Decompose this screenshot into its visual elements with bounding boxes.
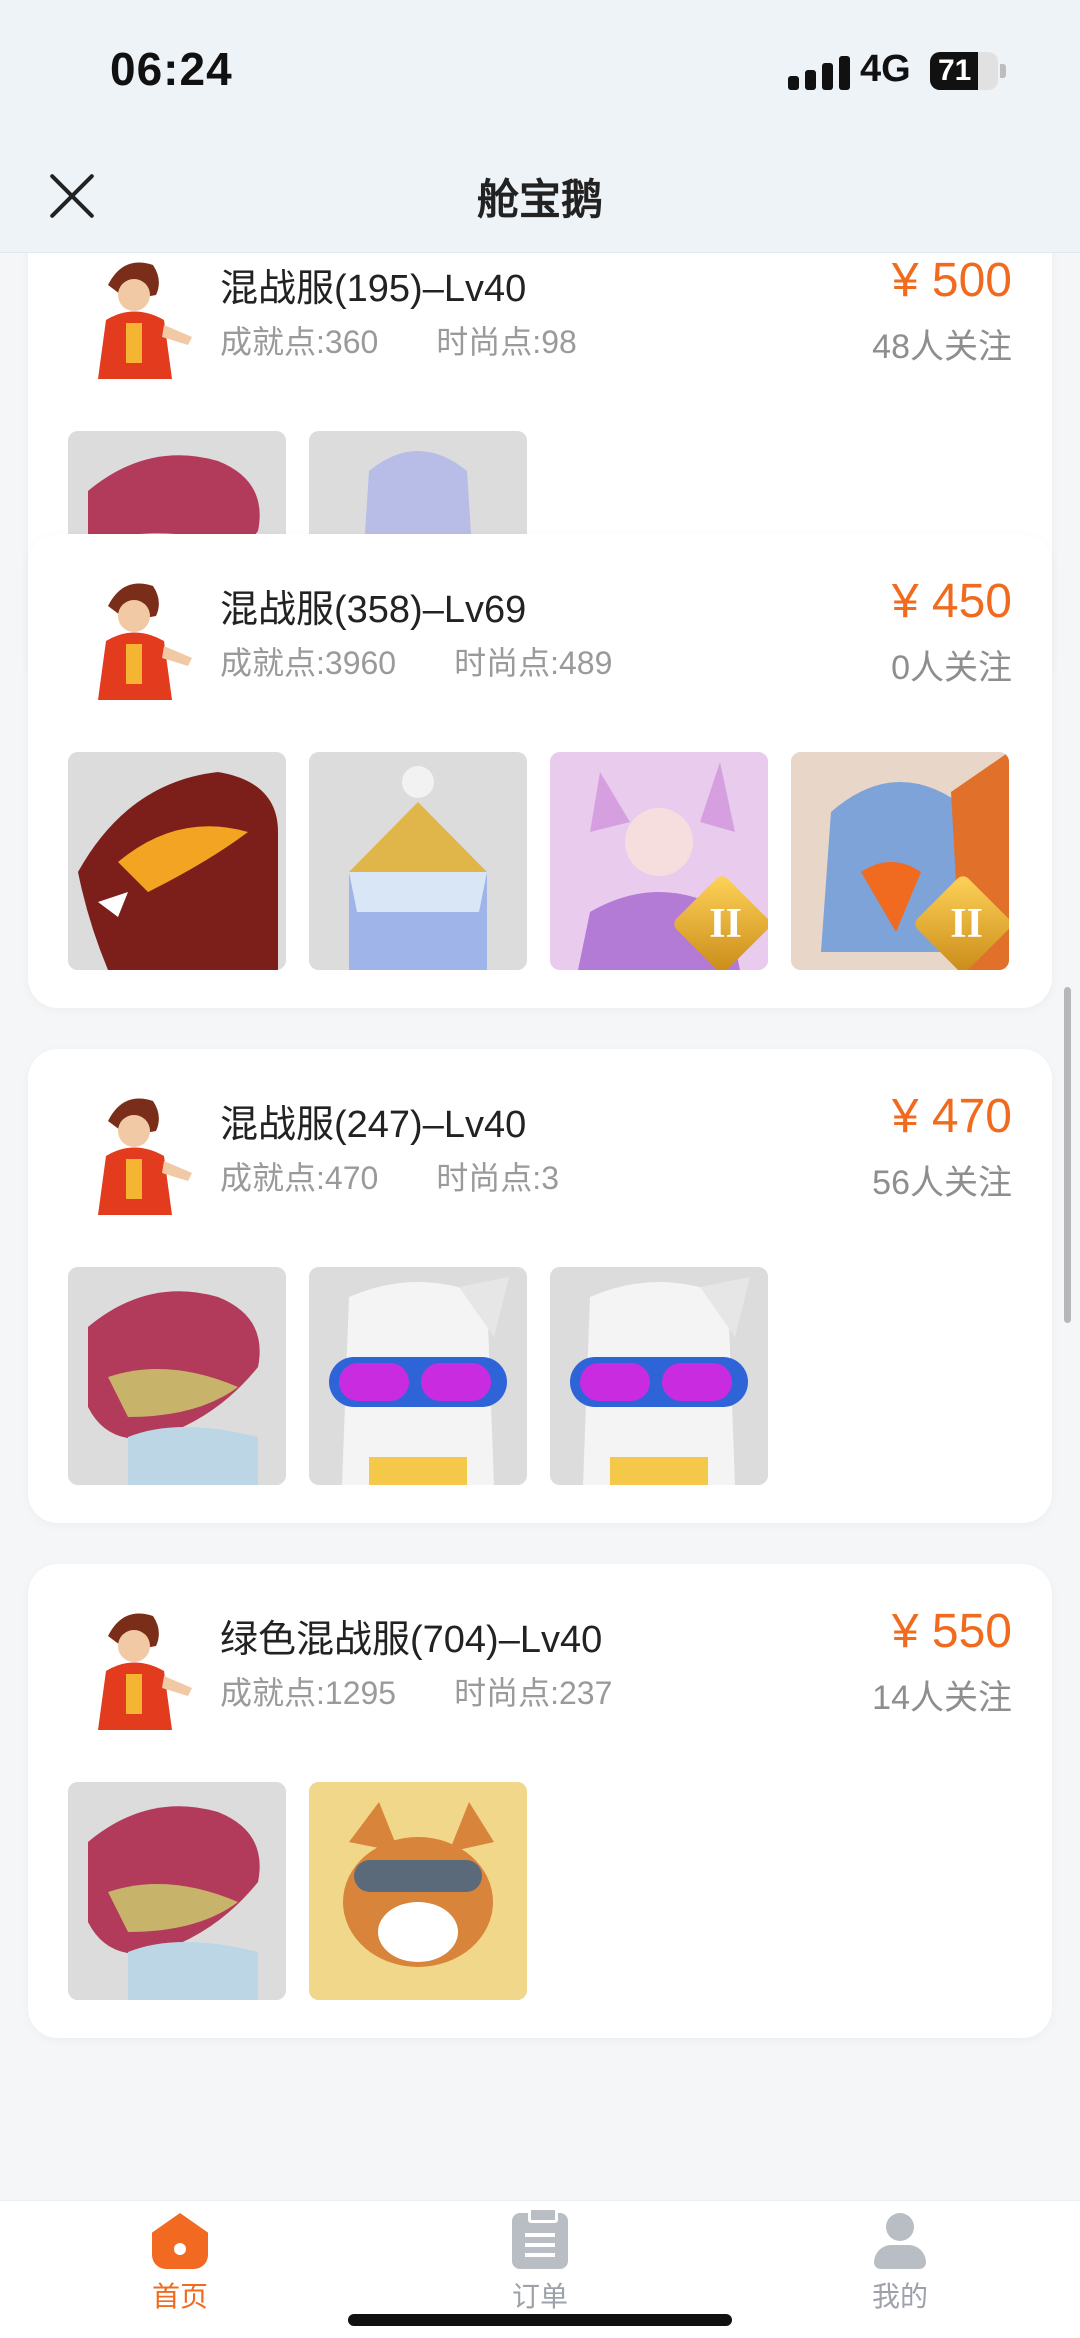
achievement-points: 成就点:470	[220, 1160, 379, 1196]
achievement-points: 成就点:1295	[220, 1675, 397, 1711]
listing-price: ¥ 500	[891, 254, 1012, 307]
user-icon	[872, 2213, 928, 2269]
home-indicator[interactable]	[348, 2314, 732, 2326]
cellular-signal-icon	[788, 52, 850, 90]
nav-header: 舱宝鹅	[0, 140, 1080, 253]
fox-girl-skin-icon: II	[550, 752, 768, 970]
battery-level: 71	[938, 54, 972, 87]
tab-home[interactable]: 首页	[110, 2213, 250, 2315]
battery-tip	[1000, 64, 1006, 78]
follower-count: 56人关注	[872, 1164, 1012, 1202]
rank-label: II	[950, 901, 983, 947]
achievement-points: 成就点:360	[220, 324, 379, 360]
fashion-points: 时尚点:98	[436, 324, 577, 360]
skin-thumbnails	[68, 1782, 527, 2000]
fashion-points: 时尚点:3	[436, 1160, 559, 1196]
goggle-dog-skin-icon	[550, 1267, 768, 1485]
follower-count: 48人关注	[872, 328, 1012, 366]
listing-title: 混战服(247)–Lv40	[220, 1104, 527, 1146]
avatar	[68, 1596, 202, 1730]
listing-title: 混战服(195)–Lv40	[220, 268, 527, 310]
scrollbar[interactable]	[1064, 987, 1071, 1323]
listing-stats: 成就点:470 时尚点:3	[220, 1153, 559, 1199]
follower-count: 14人关注	[872, 1679, 1012, 1717]
tab-home-label: 首页	[151, 2281, 208, 2312]
tab-mine[interactable]: 我的	[830, 2213, 970, 2315]
eagle-skin-icon: II	[791, 752, 1009, 970]
status-bar: 06:24 4G 71	[0, 0, 1080, 140]
dragon-skin-icon	[68, 1267, 286, 1485]
avatar	[68, 1081, 202, 1215]
fashion-points: 时尚点:489	[454, 645, 613, 681]
follower-count: 0人关注	[891, 649, 1012, 687]
listing-stats: 成就点:360 时尚点:98	[220, 317, 577, 363]
page-title: 舱宝鹅	[476, 176, 603, 223]
listing-price: ¥ 550	[891, 1605, 1012, 1658]
avatar	[68, 253, 202, 379]
achievement-points: 成就点:3960	[220, 645, 397, 681]
dragon-skin-icon	[68, 1782, 286, 2000]
fire-dragon-skin-icon	[68, 752, 286, 970]
clipboard-icon	[512, 2207, 568, 2269]
tab-orders[interactable]: 订单	[470, 2207, 610, 2315]
goggle-dog-skin-icon	[309, 1267, 527, 1485]
network-type: 4G	[860, 48, 911, 90]
listing-card[interactable]: 绿色混战服(704)–Lv40 成就点:1295 时尚点:237 ¥ 550 14…	[28, 1564, 1052, 2038]
tab-mine-label: 我的	[871, 2281, 928, 2312]
listing-card[interactable]: 混战服(247)–Lv40 成就点:470 时尚点:3 ¥ 470 56人关注	[28, 1049, 1052, 1523]
battery-icon: 71	[930, 52, 998, 90]
listing-stats: 成就点:3960 时尚点:489	[220, 638, 612, 684]
tab-orders-label: 订单	[511, 2281, 568, 2312]
home-icon	[152, 2213, 208, 2269]
fashion-points: 时尚点:237	[454, 1675, 613, 1711]
rank-label: II	[709, 901, 742, 947]
skin-thumbnails: II II	[68, 752, 1009, 970]
listing-stats: 成就点:1295 时尚点:237	[220, 1668, 612, 1714]
listing-price: ¥ 470	[891, 1090, 1012, 1143]
account-listing: 混战服(195)–Lv40 成就点:360 时尚点:98 ¥ 500 48人关注	[0, 253, 1080, 2200]
avatar	[68, 566, 202, 700]
listing-price: ¥ 450	[891, 575, 1012, 628]
skin-thumbnails	[68, 1267, 768, 1485]
golden-crown-skin-icon	[309, 752, 527, 970]
status-time: 06:24	[110, 43, 233, 95]
listing-title: 混战服(358)–Lv69	[220, 589, 527, 631]
corgi-pilot-skin-icon	[309, 1782, 527, 2000]
listing-card[interactable]: 混战服(358)–Lv69 成就点:3960 时尚点:489 ¥ 450 0人关注…	[28, 534, 1052, 1008]
listing-title: 绿色混战服(704)–Lv40	[220, 1619, 603, 1661]
